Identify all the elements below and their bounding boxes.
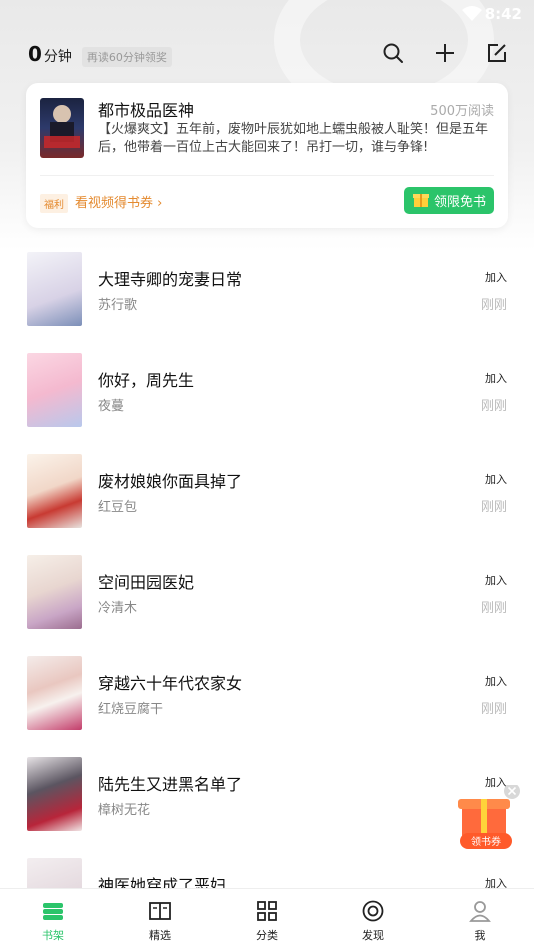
book-title: 神医她穿成了恶妇 (98, 876, 227, 888)
tab-label: 精选 (149, 929, 171, 942)
reading-minutes: 0 (28, 42, 42, 66)
book-cover (27, 555, 82, 629)
book-row[interactable]: 穿越六十年代农家女 红烧豆腐干 加入 刚刚 (0, 644, 534, 745)
add-to-shelf-button[interactable]: 加入 (485, 673, 507, 689)
featured-book-card[interactable]: 都市极品医神 500万阅读 【火爆爽文】五年前，废物叶辰犹如地上蠕虫般被人耻笑！… (26, 83, 508, 228)
profile-icon (468, 899, 492, 923)
wifi-icon (462, 6, 482, 26)
add-to-shelf-button[interactable]: 加入 (485, 370, 507, 386)
grid-icon (255, 899, 279, 923)
tab-bookshelf[interactable]: 书架 (13, 899, 93, 943)
watch-video-label: 看视频得书券 (75, 196, 154, 211)
update-time: 刚刚 (480, 702, 507, 717)
discover-icon (361, 899, 385, 923)
book-row[interactable]: 废材娘娘你面具掉了 红豆包 加入 刚刚 (0, 442, 534, 543)
bookshelf-icon (41, 899, 65, 923)
book-row[interactable]: 大理寺卿的宠妻日常 苏行歌 加入 刚刚 (0, 240, 534, 341)
status-time: 8:42 (484, 5, 522, 23)
update-time: 刚刚 (480, 298, 507, 313)
status-bar: 8:42 (0, 0, 534, 28)
book-title: 你好，周先生 (98, 371, 195, 390)
add-to-shelf-button[interactable]: 加入 (485, 875, 507, 888)
gift-icon (412, 190, 430, 212)
book-cover (27, 858, 82, 888)
book-cover (27, 656, 82, 730)
book-cover (27, 454, 82, 528)
featured-divider (40, 175, 494, 176)
update-time: 刚刚 (480, 399, 507, 414)
book-title: 空间田园医妃 (98, 573, 195, 592)
coupon-gift-widget[interactable]: 领书券 (450, 783, 522, 857)
update-time: 刚刚 (480, 601, 507, 616)
featured-reads: 500万阅读 (430, 104, 494, 119)
update-time: 刚刚 (480, 500, 507, 515)
book-row[interactable]: 空间田园医妃 冷清木 加入 刚刚 (0, 543, 534, 644)
book-title: 陆先生又进黑名单了 (98, 775, 243, 794)
shelf-header: 0 分钟 再读60分钟领奖 (0, 40, 534, 70)
book-cover (27, 353, 82, 427)
plus-icon[interactable] (434, 42, 456, 64)
reading-time[interactable]: 0 分钟 再读60分钟领奖 (28, 42, 172, 67)
tab-profile[interactable]: 我 (440, 899, 520, 943)
reading-unit: 分钟 (43, 49, 72, 65)
open-book-icon (148, 899, 172, 923)
featured-description: 【火爆爽文】五年前，废物叶辰犹如地上蠕虫般被人耻笑！但是五年后，他带着一百位上古… (98, 122, 489, 155)
book-author: 樟树无花 (98, 803, 151, 818)
book-author: 红烧豆腐干 (98, 702, 164, 717)
add-to-shelf-button[interactable]: 加入 (485, 269, 507, 285)
book-title: 大理寺卿的宠妻日常 (98, 270, 243, 289)
book-author: 苏行歌 (98, 298, 138, 313)
watch-video-link[interactable]: 看视频得书券 › (75, 192, 162, 211)
search-icon[interactable] (382, 42, 404, 64)
book-author: 红豆包 (98, 500, 138, 515)
book-title: 穿越六十年代农家女 (98, 674, 243, 693)
reading-hint: 再读60分钟领奖 (81, 47, 172, 67)
book-row[interactable]: 你好，周先生 夜蔓 加入 刚刚 (0, 341, 534, 442)
tab-featured[interactable]: 精选 (120, 899, 200, 943)
tab-category[interactable]: 分类 (227, 899, 307, 943)
book-cover (27, 252, 82, 326)
bottom-tab-bar: 书架 精选 分类 发现 我 (0, 888, 534, 949)
tab-label: 我 (474, 929, 486, 942)
add-to-shelf-button[interactable]: 加入 (485, 572, 507, 588)
tab-label: 发现 (362, 929, 384, 942)
tab-discover[interactable]: 发现 (333, 899, 413, 943)
chevron-right-icon: › (157, 196, 163, 211)
header-actions (382, 42, 508, 64)
book-author: 夜蔓 (98, 399, 125, 414)
edit-icon[interactable] (486, 42, 508, 64)
gift-label: 领书券 (471, 835, 501, 848)
add-to-shelf-button[interactable]: 加入 (485, 471, 507, 487)
tab-label: 书架 (42, 929, 64, 942)
featured-title: 都市极品医神 (98, 101, 195, 120)
welfare-badge: 福利 (40, 194, 68, 213)
featured-book-cover (40, 98, 84, 158)
free-book-label: 领限免书 (433, 195, 486, 210)
book-title: 废材娘娘你面具掉了 (98, 472, 243, 491)
book-author: 冷清木 (98, 601, 138, 616)
tab-label: 分类 (256, 929, 278, 942)
free-book-button[interactable]: 领限免书 (404, 187, 494, 214)
book-cover (27, 757, 82, 831)
